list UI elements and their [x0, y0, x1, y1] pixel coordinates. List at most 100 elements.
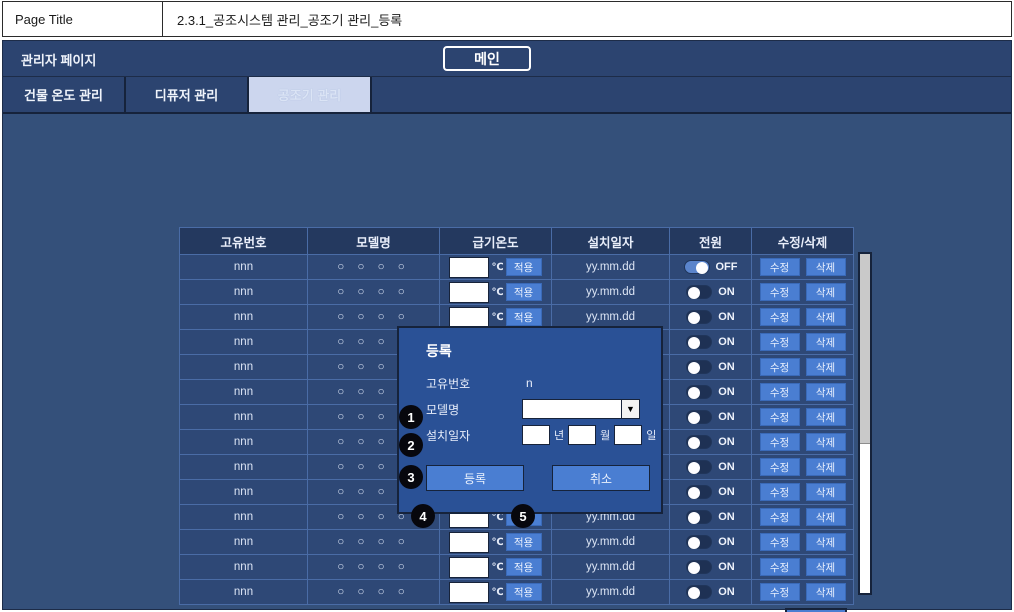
tab-building-temperature[interactable]: 건물 온도 관리 [3, 77, 126, 112]
delete-button[interactable]: 삭제 [805, 558, 846, 576]
power-toggle[interactable] [683, 260, 710, 274]
delete-button[interactable]: 삭제 [805, 308, 846, 326]
degree-celsius-label: ℃ [491, 586, 504, 598]
power-toggle[interactable] [686, 535, 713, 549]
delete-button[interactable]: 삭제 [805, 408, 846, 426]
cell-power: ON [669, 504, 752, 530]
edit-button[interactable]: 수정 [759, 383, 800, 401]
edit-button[interactable]: 수정 [759, 408, 800, 426]
edit-button[interactable]: 수정 [759, 308, 800, 326]
temperature-input[interactable] [449, 256, 490, 278]
table-row: nnn○ ○ ○ ○℃적용yy.mm.ddON수정삭제 [179, 579, 854, 605]
cell-supply-temp: ℃적용 [439, 254, 552, 280]
cell-model: ○ ○ ○ ○ [307, 254, 440, 280]
edit-button[interactable]: 수정 [759, 258, 800, 276]
power-toggle[interactable] [686, 285, 713, 299]
year-input[interactable] [522, 425, 550, 445]
temperature-input[interactable] [449, 581, 490, 603]
main-button[interactable]: 메인 [443, 46, 531, 71]
modal-date-inputs: 년 월 일 [522, 425, 658, 445]
power-toggle[interactable] [686, 310, 713, 324]
power-toggle[interactable] [686, 460, 713, 474]
apply-button[interactable]: 적용 [505, 583, 542, 601]
cell-power: ON [669, 354, 752, 380]
table-head: 고유번호 모델명 급기온도 설치일자 전원 수정/삭제 [179, 227, 854, 255]
toggle-knob [688, 412, 701, 424]
power-state-label: ON [718, 336, 735, 348]
edit-button[interactable]: 수정 [759, 458, 800, 476]
delete-button[interactable]: 삭제 [805, 283, 846, 301]
apply-button[interactable]: 적용 [505, 283, 542, 301]
tab-bar: 건물 온도 관리 디퓨저 관리 공조기 관리 [3, 77, 1011, 114]
modal-cancel-button[interactable]: 취소 [552, 465, 650, 491]
delete-button[interactable]: 삭제 [805, 433, 846, 451]
power-toggle[interactable] [686, 585, 713, 599]
column-header-install-date: 설치일자 [551, 227, 670, 255]
delete-button[interactable]: 삭제 [805, 358, 846, 376]
cell-edit-delete: 수정 삭제 [751, 404, 854, 430]
edit-button[interactable]: 수정 [759, 483, 800, 501]
edit-button[interactable]: 수정 [759, 333, 800, 351]
table-row: nnn○ ○ ○ ○℃적용yy.mm.ddON수정삭제 [179, 529, 854, 555]
apply-button[interactable]: 적용 [505, 308, 542, 326]
power-state-label: ON [718, 461, 735, 473]
power-toggle[interactable] [686, 510, 713, 524]
temperature-input[interactable] [449, 556, 490, 578]
edit-button[interactable]: 수정 [759, 533, 800, 551]
cell-edit-delete: 수정 삭제 [751, 304, 854, 330]
cell-power: ON [669, 579, 752, 605]
day-input[interactable] [614, 425, 643, 445]
apply-button[interactable]: 적용 [505, 258, 542, 276]
degree-celsius-label: ℃ [491, 561, 504, 573]
modal-row-id: 고유번호 n [426, 372, 533, 394]
table-row: nnn ○ ○ ○ ○ ℃ 적용 yy.mm.dd OFF 수정 삭제 [179, 254, 854, 280]
cell-install-date: yy.mm.dd [551, 279, 670, 305]
edit-button[interactable]: 수정 [759, 558, 800, 576]
scrollbar-thumb[interactable] [860, 254, 870, 444]
modal-model-select[interactable]: ▼ [522, 399, 640, 419]
table-row: nnn○ ○ ○ ○℃적용yy.mm.ddON수정삭제 [179, 279, 854, 305]
delete-button[interactable]: 삭제 [805, 258, 846, 276]
admin-page-title: 관리자 페이지 [21, 53, 97, 68]
power-toggle[interactable] [686, 435, 713, 449]
tab-diffuser-management[interactable]: 디퓨저 관리 [126, 77, 249, 112]
cell-id: nnn [179, 579, 308, 605]
modal-submit-button[interactable]: 등록 [426, 465, 524, 491]
power-toggle[interactable] [686, 560, 713, 574]
edit-button[interactable]: 수정 [759, 358, 800, 376]
apply-button[interactable]: 적용 [505, 558, 542, 576]
delete-button[interactable]: 삭제 [805, 458, 846, 476]
delete-button[interactable]: 삭제 [805, 383, 846, 401]
power-toggle[interactable] [686, 485, 713, 499]
delete-button[interactable]: 삭제 [805, 583, 846, 601]
edit-button[interactable]: 수정 [759, 508, 800, 526]
annotation-badge-4: 4 [411, 504, 435, 528]
month-input[interactable] [568, 425, 597, 445]
column-header-edit-delete: 수정/삭제 [751, 227, 854, 255]
edit-button[interactable]: 수정 [759, 283, 800, 301]
delete-button[interactable]: 삭제 [805, 533, 846, 551]
column-header-id: 고유번호 [179, 227, 308, 255]
apply-button[interactable]: 적용 [505, 533, 542, 551]
register-button[interactable]: 등록 [785, 608, 847, 612]
cell-supply-temp: ℃적용 [439, 529, 552, 555]
temperature-input[interactable] [449, 306, 490, 328]
cell-model: ○ ○ ○ ○ [307, 554, 440, 580]
delete-button[interactable]: 삭제 [805, 333, 846, 351]
cell-model: ○ ○ ○ ○ [307, 529, 440, 555]
tab-ahu-management[interactable]: 공조기 관리 [249, 77, 372, 112]
edit-button[interactable]: 수정 [759, 583, 800, 601]
power-toggle[interactable] [686, 410, 713, 424]
temperature-input[interactable] [449, 531, 490, 553]
cell-id: nnn [179, 504, 308, 530]
delete-button[interactable]: 삭제 [805, 508, 846, 526]
column-header-supply-temp: 급기온도 [439, 227, 552, 255]
cell-id: nnn [179, 404, 308, 430]
power-toggle[interactable] [686, 385, 713, 399]
temperature-input[interactable] [449, 281, 490, 303]
power-toggle[interactable] [686, 360, 713, 374]
table-scrollbar[interactable] [858, 252, 872, 595]
power-toggle[interactable] [686, 335, 713, 349]
delete-button[interactable]: 삭제 [805, 483, 846, 501]
edit-button[interactable]: 수정 [759, 433, 800, 451]
